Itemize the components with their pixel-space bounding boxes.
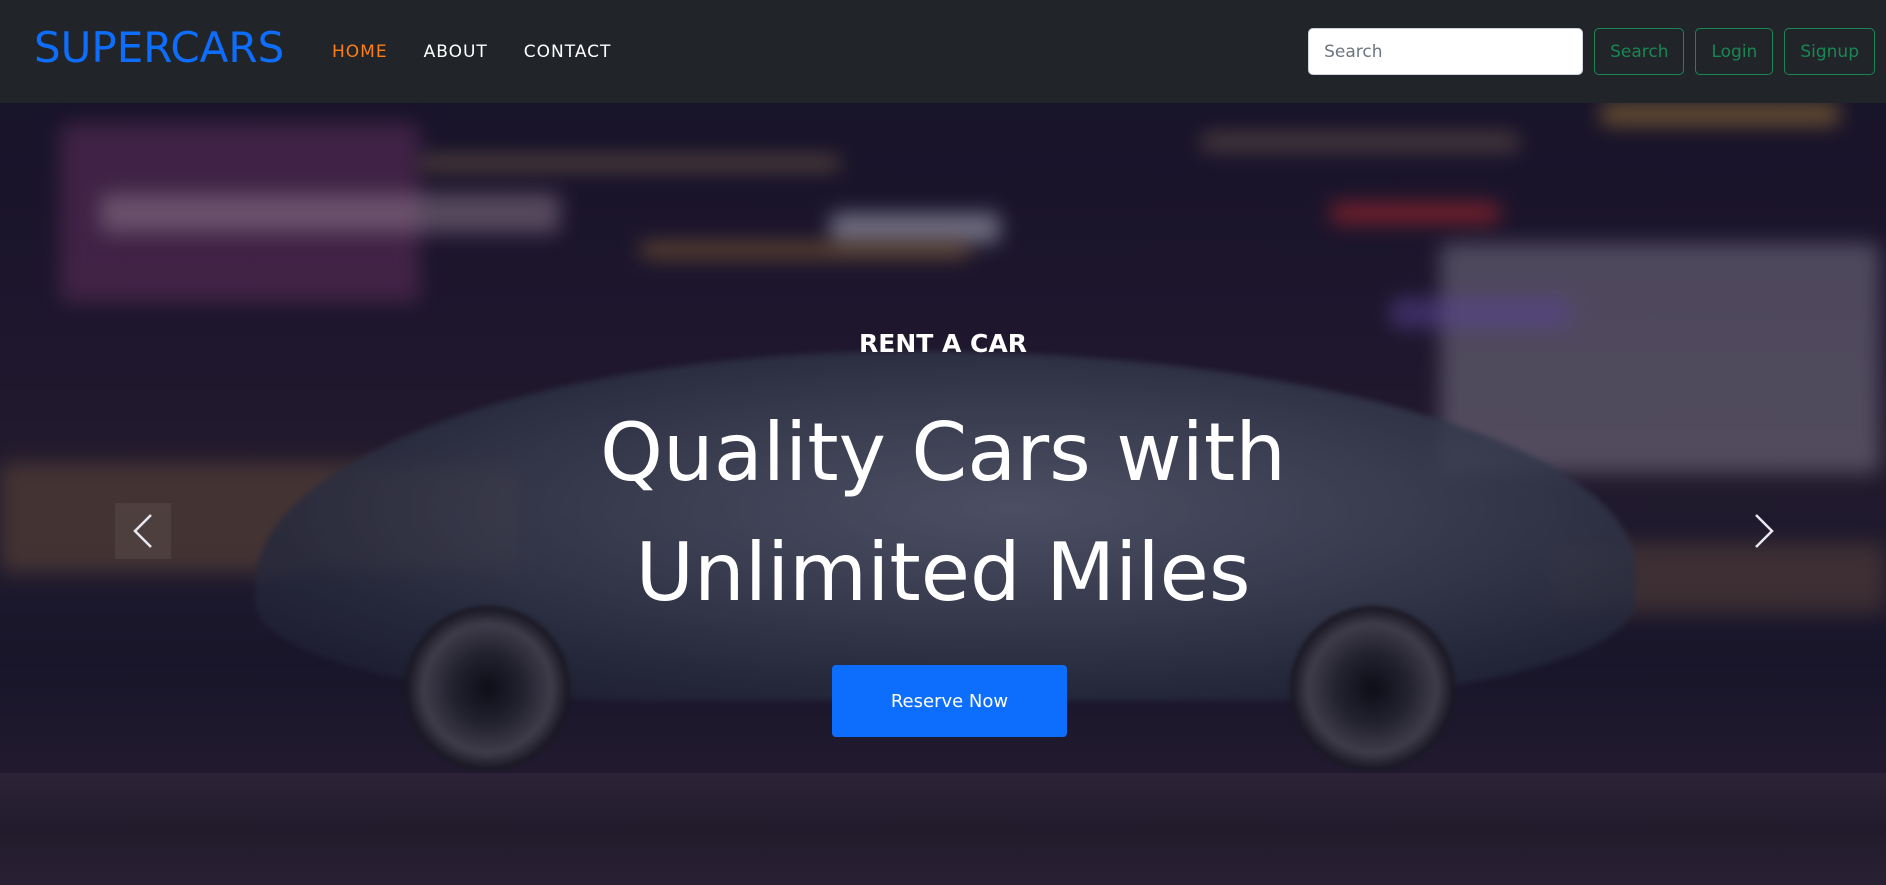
navbar: SUPERCARS HOME ABOUT CONTACT Search Logi… xyxy=(0,0,1886,103)
hero-carousel: RENT A CAR Quality Cars with Unlimited M… xyxy=(0,103,1886,885)
search-button[interactable]: Search xyxy=(1594,28,1685,75)
nav-link-home[interactable]: HOME xyxy=(332,40,388,64)
login-button[interactable]: Login xyxy=(1695,28,1774,75)
search-input[interactable] xyxy=(1308,28,1584,75)
brand-logo[interactable]: SUPERCARS xyxy=(34,22,284,74)
nav-actions: Search Login Signup xyxy=(1308,28,1875,75)
nav-link-about[interactable]: ABOUT xyxy=(424,40,488,64)
carousel-next-button[interactable] xyxy=(1736,503,1792,559)
signup-button[interactable]: Signup xyxy=(1784,28,1875,75)
hero-kicker: RENT A CAR xyxy=(858,329,1027,358)
carousel-prev-button[interactable] xyxy=(115,503,171,559)
chevron-left-icon xyxy=(133,514,152,548)
nav-link-contact[interactable]: CONTACT xyxy=(524,40,612,64)
hero-headline: Quality Cars with Unlimited Miles xyxy=(600,406,1286,619)
reserve-now-button[interactable]: Reserve Now xyxy=(832,665,1067,737)
hero-caption: RENT A CAR Quality Cars with Unlimited M… xyxy=(0,103,1886,885)
chevron-right-icon xyxy=(1755,514,1774,548)
nav-links: HOME ABOUT CONTACT xyxy=(332,40,647,64)
